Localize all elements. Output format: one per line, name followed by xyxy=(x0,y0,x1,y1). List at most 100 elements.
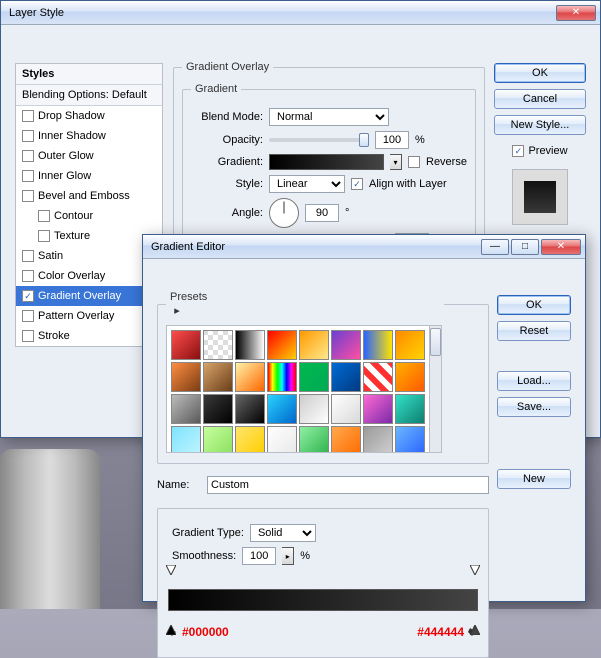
preset-swatch[interactable] xyxy=(331,426,361,453)
styles-item-pattern-overlay[interactable]: Pattern Overlay xyxy=(16,306,162,326)
color-stop-right[interactable] xyxy=(470,625,480,635)
preset-swatch[interactable] xyxy=(203,362,233,392)
styles-item-stroke[interactable]: Stroke xyxy=(16,326,162,346)
styles-checkbox[interactable] xyxy=(38,210,50,222)
preset-swatch[interactable] xyxy=(235,426,265,453)
styles-checkbox[interactable] xyxy=(22,130,34,142)
name-input[interactable] xyxy=(207,476,489,494)
styles-item-bevel-and-emboss[interactable]: Bevel and Emboss xyxy=(16,186,162,206)
styles-checkbox[interactable] xyxy=(22,330,34,342)
preset-swatch[interactable] xyxy=(171,394,201,424)
styles-item-outer-glow[interactable]: Outer Glow xyxy=(16,146,162,166)
preset-swatch[interactable] xyxy=(331,330,361,360)
style-select[interactable]: Linear xyxy=(269,175,345,193)
preset-swatch[interactable] xyxy=(299,426,329,453)
preset-swatch[interactable] xyxy=(299,330,329,360)
preset-swatch[interactable] xyxy=(235,362,265,392)
preset-swatch[interactable] xyxy=(363,426,393,453)
preset-swatch[interactable] xyxy=(395,330,425,360)
gradient-bar[interactable] xyxy=(168,589,478,611)
maximize-icon[interactable]: □ xyxy=(511,239,539,255)
preset-swatch[interactable] xyxy=(267,394,297,424)
styles-item-label: Contour xyxy=(54,210,93,222)
styles-checkbox[interactable]: ✓ xyxy=(22,290,34,302)
new-style-button[interactable]: New Style... xyxy=(494,115,586,135)
preset-swatch[interactable] xyxy=(299,394,329,424)
preset-swatch[interactable] xyxy=(395,394,425,424)
preset-swatch[interactable] xyxy=(395,426,425,453)
opacity-slider[interactable] xyxy=(269,138,369,142)
ge-save-button[interactable]: Save... xyxy=(497,397,571,417)
gradient-editor-titlebar[interactable]: Gradient Editor — □ ✕ xyxy=(143,235,585,259)
preset-swatch[interactable] xyxy=(331,394,361,424)
styles-checkbox[interactable] xyxy=(22,310,34,322)
presets-flyout-icon[interactable]: ▸ xyxy=(170,303,184,317)
ge-ok-button[interactable]: OK xyxy=(497,295,571,315)
blend-mode-select[interactable]: Normal xyxy=(269,108,389,126)
smoothness-stepper-icon[interactable]: ▸ xyxy=(282,547,294,565)
reverse-checkbox[interactable] xyxy=(408,156,420,168)
minimize-icon[interactable]: — xyxy=(481,239,509,255)
styles-item-texture[interactable]: Texture xyxy=(16,226,162,246)
opacity-stop-right[interactable] xyxy=(470,565,480,575)
preset-swatch[interactable] xyxy=(363,394,393,424)
gradient-bar-area: #000000 #444444 xyxy=(168,577,478,639)
styles-item-color-overlay[interactable]: Color Overlay xyxy=(16,266,162,286)
ge-reset-button[interactable]: Reset xyxy=(497,321,571,341)
preset-swatch[interactable] xyxy=(299,362,329,392)
background-decoration xyxy=(0,449,100,609)
preset-swatch[interactable] xyxy=(331,362,361,392)
opacity-input[interactable] xyxy=(375,131,409,149)
styles-checkbox[interactable] xyxy=(22,270,34,282)
styles-item-drop-shadow[interactable]: Drop Shadow xyxy=(16,106,162,126)
preset-swatch[interactable] xyxy=(363,330,393,360)
preset-swatch[interactable] xyxy=(235,394,265,424)
styles-checkbox[interactable] xyxy=(22,150,34,162)
ge-new-button[interactable]: New xyxy=(497,469,571,489)
blending-options-row[interactable]: Blending Options: Default xyxy=(16,85,162,106)
styles-item-satin[interactable]: Satin xyxy=(16,246,162,266)
preset-swatch[interactable] xyxy=(267,426,297,453)
gradient-type-label: Gradient Type: xyxy=(172,527,244,539)
styles-item-gradient-overlay[interactable]: ✓Gradient Overlay xyxy=(16,286,162,306)
styles-checkbox[interactable] xyxy=(22,110,34,122)
preview-checkbox[interactable]: ✓ xyxy=(512,145,524,157)
layer-style-titlebar[interactable]: Layer Style ✕ xyxy=(1,1,600,25)
preset-swatch[interactable] xyxy=(203,330,233,360)
close-icon[interactable]: ✕ xyxy=(541,239,581,255)
preset-swatch[interactable] xyxy=(267,362,297,392)
styles-checkbox[interactable] xyxy=(38,230,50,242)
preset-swatch[interactable] xyxy=(267,330,297,360)
styles-checkbox[interactable] xyxy=(22,170,34,182)
angle-input[interactable] xyxy=(305,204,339,222)
styles-item-inner-shadow[interactable]: Inner Shadow xyxy=(16,126,162,146)
gradient-dropdown-icon[interactable]: ▾ xyxy=(390,154,402,170)
styles-item-inner-glow[interactable]: Inner Glow xyxy=(16,166,162,186)
preset-swatch[interactable] xyxy=(235,330,265,360)
styles-checkbox[interactable] xyxy=(22,190,34,202)
preset-swatch[interactable] xyxy=(171,362,201,392)
cancel-button[interactable]: Cancel xyxy=(494,89,586,109)
preset-swatch[interactable] xyxy=(171,426,201,453)
color-stop-left[interactable] xyxy=(166,625,176,635)
preset-swatch[interactable] xyxy=(171,330,201,360)
preset-swatch[interactable] xyxy=(203,426,233,453)
styles-item-contour[interactable]: Contour xyxy=(16,206,162,226)
gradient-type-select[interactable]: Solid xyxy=(250,524,316,542)
preset-scrollbar[interactable] xyxy=(430,325,442,453)
styles-header[interactable]: Styles xyxy=(16,64,162,85)
opacity-stop-left[interactable] xyxy=(166,565,176,575)
gradient-swatch[interactable] xyxy=(269,154,384,170)
gradient-label: Gradient: xyxy=(191,156,263,168)
left-stop-hex: #000000 xyxy=(182,625,229,639)
preset-swatch[interactable] xyxy=(363,362,393,392)
angle-dial[interactable] xyxy=(269,198,299,228)
align-checkbox[interactable]: ✓ xyxy=(351,178,363,190)
preset-swatch[interactable] xyxy=(395,362,425,392)
preset-swatch[interactable] xyxy=(203,394,233,424)
ge-load-button[interactable]: Load... xyxy=(497,371,571,391)
close-icon[interactable]: ✕ xyxy=(556,5,596,21)
styles-checkbox[interactable] xyxy=(22,250,34,262)
smoothness-input[interactable] xyxy=(242,547,276,565)
ok-button[interactable]: OK xyxy=(494,63,586,83)
